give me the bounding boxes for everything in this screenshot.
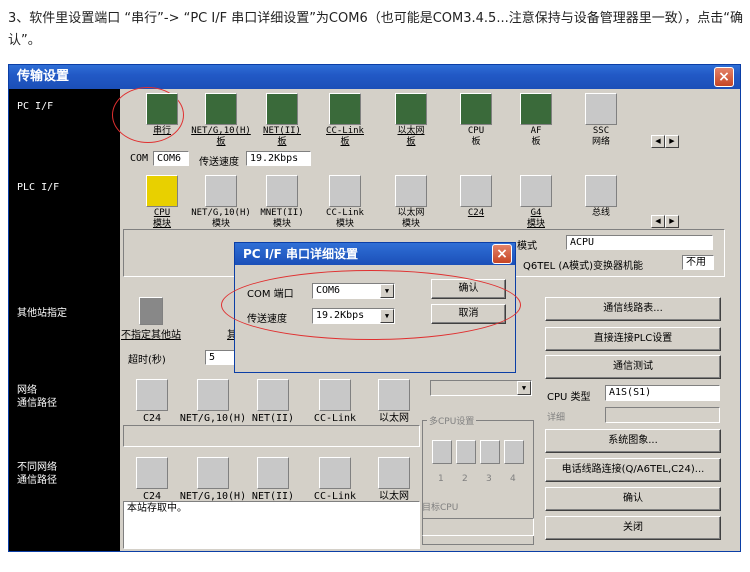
pcif-icon-2[interactable] [266, 93, 298, 125]
network-info-bar [123, 425, 420, 447]
cpu-box-2[interactable] [480, 440, 500, 464]
target-cpu-field[interactable] [422, 518, 534, 536]
line-list-button[interactable]: 通信线路表... [545, 297, 721, 321]
cpu-num-2: 3 [486, 474, 492, 484]
com-label: COM [130, 153, 149, 164]
com-field[interactable]: COM6 [153, 151, 189, 166]
mode-label: 模式 [517, 241, 537, 252]
window-titlebar: 传输设置 × [9, 65, 740, 89]
pcif-icon-5[interactable] [460, 93, 492, 125]
plcif-icon-5[interactable] [460, 175, 492, 207]
net1-icon-3[interactable] [319, 457, 351, 489]
q6tel-label: Q6TEL (A模式)变换器机能 [523, 261, 644, 272]
plcif-icon-0[interactable] [146, 175, 178, 207]
net0-label-4: 以太网 [379, 413, 409, 424]
pcif-scroll-right[interactable]: ▶ [665, 135, 679, 148]
dialog-titlebar: PC I/F 串口详细设置 × [235, 243, 515, 265]
highlight-dialog [221, 270, 521, 340]
net0-icon-3[interactable] [319, 379, 351, 411]
phone-line-button[interactable]: 电话线路连接(Q/A6TEL,C24)... [545, 458, 721, 482]
net0-icon-1[interactable] [197, 379, 229, 411]
cpu-num-1: 2 [462, 474, 468, 484]
timeout-label: 超时(秒) [128, 355, 166, 366]
plcif-scroll-right[interactable]: ▶ [665, 215, 679, 228]
system-image-button[interactable]: 系统图象... [545, 429, 721, 453]
plcif-icon-7[interactable] [585, 175, 617, 207]
plcif-icon-6[interactable] [520, 175, 552, 207]
dialog-title: PC I/F 串口详细设置 [243, 247, 359, 261]
net1-icon-1[interactable] [197, 457, 229, 489]
net1-label-4: 以太网 [379, 491, 409, 502]
window-title: 传输设置 [17, 69, 70, 84]
pcif-label-3[interactable]: CC-Link 板 [307, 126, 383, 148]
pcif-icon-0[interactable] [146, 93, 178, 125]
net1-icon-2[interactable] [257, 457, 289, 489]
pcif-icon-7[interactable] [585, 93, 617, 125]
cpu-box-3[interactable] [504, 440, 524, 464]
multicpu-label: 多CPU设置 [427, 414, 477, 427]
pcif-icon-3[interactable] [329, 93, 361, 125]
net0-icon-2[interactable] [257, 379, 289, 411]
speed-field[interactable]: 19.2Kbps [246, 151, 311, 166]
cpu-type-field[interactable]: A1S(S1) [605, 385, 720, 401]
direct-connect-button[interactable]: 直接连接PLC设置 [545, 327, 721, 351]
dialog-close-icon[interactable]: × [492, 244, 512, 264]
diff-network-route-label: 不同网络 通信路径 [17, 462, 57, 486]
network-route-label: 网络 通信路径 [17, 385, 57, 409]
plcif-label-3[interactable]: CC-Link 模块 [307, 208, 383, 230]
left-label-pane: PC I/F PLC I/F 其他站指定 网络 通信路径 不同网络 通信路径 [9, 89, 120, 551]
net1-icon-4[interactable] [378, 457, 410, 489]
close-button[interactable]: 关闭 [545, 516, 721, 540]
plcif-icon-2[interactable] [266, 175, 298, 207]
cpu-num-3: 4 [510, 474, 516, 484]
speed-label: 传送速度 [199, 157, 239, 168]
pcif-scroll-left[interactable]: ◀ [651, 135, 665, 148]
net0-icon-4[interactable] [378, 379, 410, 411]
net1-icon-0[interactable] [136, 457, 168, 489]
pcif-icon-1[interactable] [205, 93, 237, 125]
pcif-icon-6[interactable] [520, 93, 552, 125]
cpu-box-0[interactable] [432, 440, 452, 464]
instruction-caption: 3、软件里设置端口 “串行”-> “PC I/F 串口详细设置”为COM6（也可… [8, 11, 743, 48]
comm-test-button[interactable]: 通信测试 [545, 355, 721, 379]
cpu-type-label: CPU 类型 [547, 392, 591, 403]
plcif-label-7[interactable]: 总线 [563, 208, 639, 219]
pcif-label: PC I/F [17, 101, 54, 112]
timeout-field[interactable]: 5 [205, 350, 235, 365]
plcif-icon-4[interactable] [395, 175, 427, 207]
pcif-icon-4[interactable] [395, 93, 427, 125]
plcif-icon-1[interactable] [205, 175, 237, 207]
no-station-icon[interactable] [139, 297, 163, 325]
close-icon[interactable]: × [714, 67, 734, 87]
net0-icon-0[interactable] [136, 379, 168, 411]
cpu-num-0: 1 [438, 474, 444, 484]
no-other-station[interactable]: 不指定其他站 [121, 330, 181, 341]
transfer-setup-window: 传输设置 × PC I/F PLC I/F 其他站指定 网络 通信路径 不同网络… [8, 64, 741, 552]
network-combo[interactable]: ▼ [430, 380, 532, 396]
q6tel-field[interactable]: 不用 [682, 255, 714, 270]
detail-label: 详细 [547, 413, 566, 423]
ok-button[interactable]: 确认 [545, 487, 721, 511]
plcif-label: PLC I/F [17, 182, 60, 193]
plcif-scroll-left[interactable]: ◀ [651, 215, 665, 228]
other-station-label: 其他站指定 [17, 308, 67, 319]
mode-field[interactable]: ACPU [566, 235, 713, 250]
cpu-box-1[interactable] [456, 440, 476, 464]
plcif-icon-3[interactable] [329, 175, 361, 207]
detail-field[interactable] [605, 407, 720, 423]
status-box: 本站存取中。 [123, 501, 420, 549]
pcif-label-7[interactable]: SSC 网络 [563, 126, 639, 148]
